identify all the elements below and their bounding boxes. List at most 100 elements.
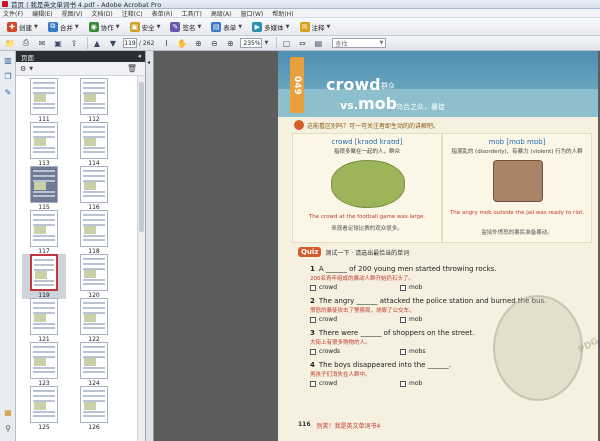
checkbox[interactable] <box>400 348 406 355</box>
email-icon[interactable]: ✉ <box>36 38 48 49</box>
collapse-arrow-icon[interactable]: ◂ <box>147 59 150 66</box>
page-thumbnail[interactable]: 119 <box>22 254 66 299</box>
zoom-level-input[interactable]: 235% <box>240 38 263 48</box>
thumbnail-scrollbar[interactable] <box>137 76 145 441</box>
thumbnail-figure <box>34 94 46 102</box>
sign-button[interactable]: ✎ 签名 ▼ <box>167 20 204 34</box>
bookmarks-icon[interactable]: ❐ <box>3 71 13 81</box>
option-label: mob <box>409 284 423 291</box>
page-thumbnail[interactable]: 111 <box>22 78 66 123</box>
next-page-icon[interactable]: ▼ <box>107 38 119 49</box>
page-thumbnail[interactable]: 120 <box>72 254 116 299</box>
share-icon[interactable]: ⇪ <box>68 38 80 49</box>
camera-icon[interactable]: ▣ <box>52 38 64 49</box>
panel-splitter[interactable]: ◂ <box>146 51 154 441</box>
attachments-icon[interactable]: ⚲ <box>3 423 13 433</box>
page-number-input[interactable]: 119 <box>123 38 137 48</box>
zoom-marquee-icon[interactable]: ⊕ <box>192 38 204 49</box>
comment-button[interactable]: ✉ 注释 ▼ <box>297 20 334 34</box>
document-view[interactable]: 049 crowd 群众 vs. mob 乌合之众，暴徒 这能看区别吗？可一可关… <box>154 51 600 441</box>
menu-advanced[interactable]: 高级(A) <box>211 9 232 18</box>
menu-help[interactable]: 帮助(H) <box>272 9 293 18</box>
page-thumbnail[interactable]: 123 <box>22 342 66 387</box>
option-label: mob <box>409 380 423 387</box>
secure-button[interactable]: ▣ 安全 ▼ <box>127 20 164 34</box>
chevron-down-icon: ▼ <box>285 23 290 30</box>
trash-icon[interactable]: 🗑 <box>127 64 137 73</box>
combine-button[interactable]: ⧉ 合并 ▼ <box>45 20 82 34</box>
chevron-down-icon[interactable]: ▼ <box>29 66 33 72</box>
chevron-down-icon: ▼ <box>156 23 161 30</box>
page-thumbnail[interactable]: 116 <box>72 166 116 211</box>
previous-page-icon[interactable]: ▲ <box>91 38 103 49</box>
select-text-icon[interactable]: I <box>160 38 172 49</box>
checkbox[interactable] <box>310 316 316 323</box>
signatures-icon[interactable]: ✎ <box>3 87 13 97</box>
quiz-option[interactable]: mob <box>400 316 490 323</box>
fit-width-icon[interactable]: ⇔ <box>296 38 308 49</box>
quiz-header: Quiz 测试一下 · 请选出最恰当的单词 <box>298 247 409 257</box>
thumbnail-line <box>33 411 55 413</box>
menu-edit[interactable]: 编辑(E) <box>32 9 52 18</box>
scrollbar-thumb[interactable] <box>139 82 144 232</box>
multimedia-button[interactable]: ▶ 多媒体 ▼ <box>249 20 292 34</box>
menu-forms[interactable]: 表单(R) <box>152 9 173 18</box>
menu-window[interactable]: 窗口(W) <box>241 9 264 18</box>
close-icon[interactable]: ◂ <box>137 52 141 60</box>
thumbnail-image <box>30 342 58 379</box>
layers-icon[interactable]: ▦ <box>3 407 13 417</box>
zoom-in-icon[interactable]: ⊕ <box>224 38 236 49</box>
quiz-option[interactable]: crowds <box>310 348 400 355</box>
checkbox[interactable] <box>310 284 316 291</box>
crowd-card: crowd [kraʊd kraʊd] 指很多聚在一起的人，群众 The cro… <box>292 133 442 243</box>
open-folder-icon[interactable]: 📁 <box>4 38 16 49</box>
page-thumbnail[interactable]: 117 <box>22 210 66 255</box>
create-button[interactable]: ✚ 创建 ▼ <box>4 20 41 34</box>
thumbnail-image <box>30 210 58 247</box>
quiz-option[interactable]: crowd <box>310 284 400 291</box>
zoom-out-icon[interactable]: ⊖ <box>208 38 220 49</box>
chevron-down-icon: ▼ <box>115 23 120 30</box>
thumbnail-line <box>33 191 55 193</box>
page-thumbnail[interactable]: 124 <box>72 342 116 387</box>
menu-tools[interactable]: 工具(T) <box>181 9 201 18</box>
page-thumbnail[interactable]: 115 <box>22 166 66 211</box>
menu-file[interactable]: 文件(F) <box>3 9 23 18</box>
hand-tool-icon[interactable]: ✋ <box>176 38 188 49</box>
thumbnail-line <box>83 395 105 397</box>
collaborate-button[interactable]: ◉ 协作 ▼ <box>86 20 123 34</box>
checkbox[interactable] <box>400 316 406 323</box>
page-thumbnail[interactable]: 118 <box>72 210 116 255</box>
checkbox[interactable] <box>310 348 316 355</box>
search-input[interactable]: 查找 ▼ <box>332 38 387 48</box>
page-thumbnail[interactable]: 126 <box>72 386 116 431</box>
menu-document[interactable]: 文档(D) <box>91 9 112 18</box>
quiz-item: 1A ______ of 200 young men started throw… <box>310 265 570 291</box>
menu-view[interactable]: 视图(V) <box>62 9 83 18</box>
quiz-option[interactable]: mob <box>400 380 490 387</box>
page-thumbnail[interactable]: 114 <box>72 122 116 167</box>
page-thumbnail[interactable]: 125 <box>22 386 66 431</box>
checkbox[interactable] <box>400 380 406 387</box>
page-thumbnail[interactable]: 113 <box>22 122 66 167</box>
quiz-option[interactable]: mobs <box>400 348 490 355</box>
thumbnail-line <box>34 259 54 261</box>
form-fill-icon[interactable]: ▤ <box>312 38 324 49</box>
print-icon[interactable]: ⎙ <box>20 38 32 49</box>
quiz-option[interactable]: crowd <box>310 316 400 323</box>
quiz-option[interactable]: mob <box>400 284 490 291</box>
page-thumbnail[interactable]: 122 <box>72 298 116 343</box>
quiz-option[interactable]: crowd <box>310 380 400 387</box>
checkbox[interactable] <box>310 380 316 387</box>
page-thumbnail[interactable]: 112 <box>72 78 116 123</box>
chevron-down-icon[interactable]: ▼ <box>263 38 269 49</box>
options-icon[interactable]: ⚙ <box>20 65 26 73</box>
checkbox[interactable] <box>400 284 406 291</box>
fit-page-icon[interactable]: ▢ <box>280 38 292 49</box>
pages-icon[interactable]: ▥ <box>3 55 13 65</box>
page-thumbnail[interactable]: 121 <box>22 298 66 343</box>
forms-button[interactable]: ▤ 表单 ▼ <box>208 20 245 34</box>
menu-comments[interactable]: 注释(C) <box>122 9 143 18</box>
thumbnail-image <box>80 210 108 247</box>
thumbnail-line <box>83 302 105 304</box>
